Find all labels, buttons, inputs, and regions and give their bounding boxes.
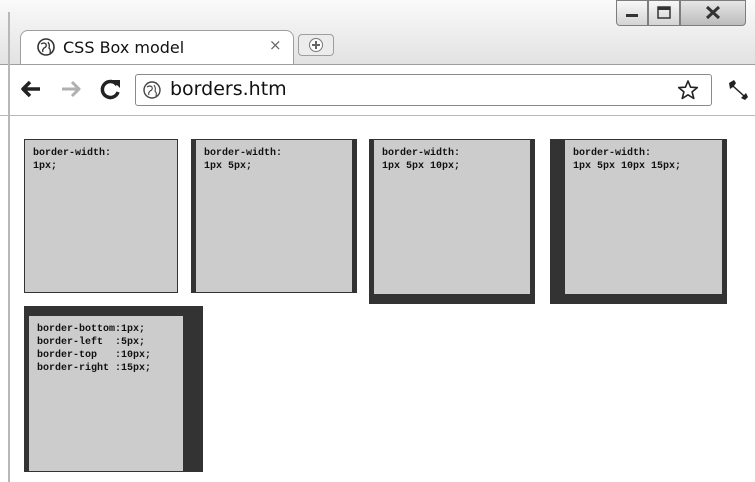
minimize-button[interactable] — [616, 0, 648, 26]
forward-arrow-icon[interactable] — [58, 77, 84, 101]
reload-icon[interactable] — [98, 77, 124, 101]
new-tab-button[interactable] — [298, 34, 334, 56]
box-border-width-3: border-width: 1px 5px 10px; — [369, 139, 535, 304]
box-border-sides: border-bottom:1px; border-left :5px; bor… — [24, 306, 203, 472]
box-border-width-2: border-width: 1px 5px; — [191, 139, 357, 293]
toolbar: borders.htm — [0, 64, 755, 116]
star-icon[interactable] — [677, 79, 699, 101]
box-label: border-bottom:1px; border-left :5px; bor… — [37, 324, 152, 374]
globe-icon — [143, 81, 161, 99]
close-icon — [705, 5, 721, 20]
page-content: border-width: 1px; border-width: 1px 5px… — [10, 116, 755, 482]
globe-icon — [37, 38, 55, 56]
close-window-button[interactable] — [680, 0, 746, 26]
box-label: border-width: 1px; — [33, 148, 112, 172]
url-text[interactable]: borders.htm — [170, 78, 287, 100]
address-bar[interactable]: borders.htm — [135, 74, 712, 106]
box-border-width-4: border-width: 1px 5px 10px 15px; — [550, 139, 727, 304]
box-label: border-width: 1px 5px; — [204, 148, 283, 172]
title-bar: CSS Box model × — [0, 0, 755, 65]
box-border-width-1: border-width: 1px; — [24, 139, 178, 293]
maximize-icon — [657, 6, 671, 19]
back-arrow-icon[interactable] — [18, 77, 44, 101]
new-tab-plus-icon — [309, 38, 323, 52]
browser-window: CSS Box model × borders.htm border-width… — [0, 0, 755, 482]
tab-title: CSS Box model — [63, 38, 185, 57]
box-label: border-width: 1px 5px 10px; — [382, 148, 461, 172]
close-tab-icon[interactable]: × — [269, 36, 282, 54]
tab-css-box-model[interactable]: CSS Box model × — [20, 30, 294, 65]
wrench-icon[interactable] — [726, 78, 750, 102]
maximize-button[interactable] — [648, 0, 680, 26]
minimize-icon — [626, 14, 638, 17]
box-label: border-width: 1px 5px 10px 15px; — [573, 148, 682, 172]
